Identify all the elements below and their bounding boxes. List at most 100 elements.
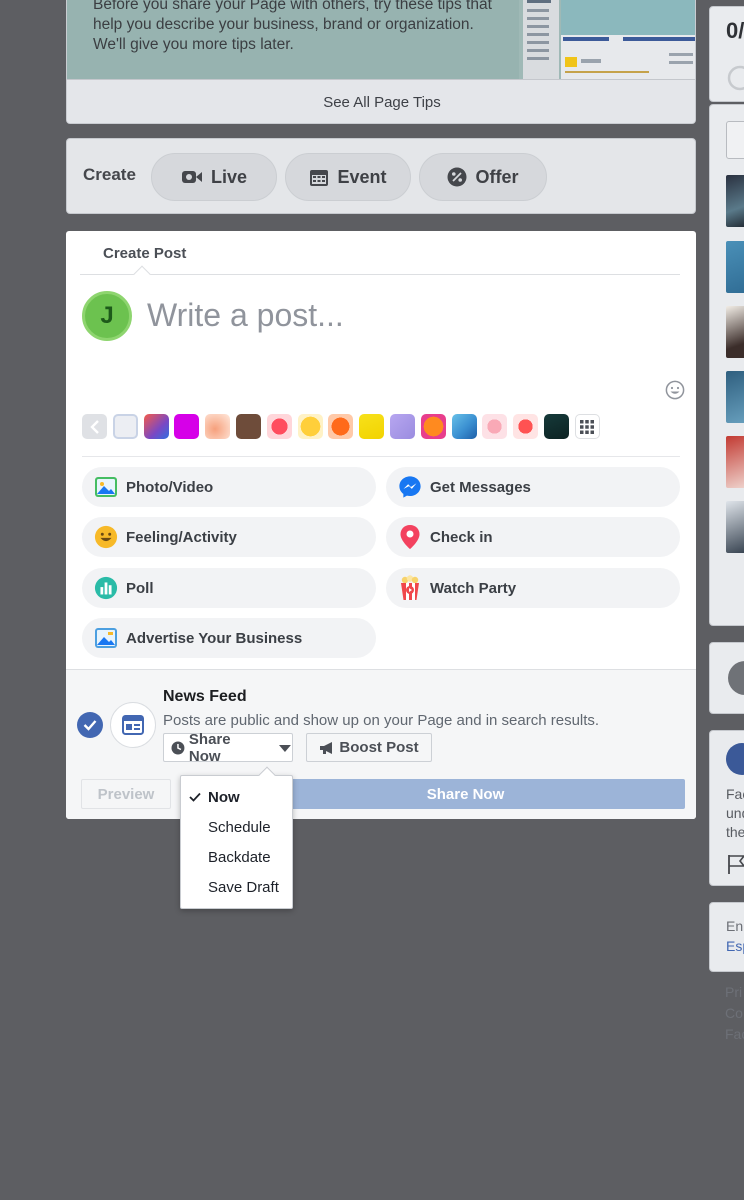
right-rail-card-avatar xyxy=(709,642,744,714)
emoji-icon[interactable] xyxy=(665,380,685,400)
background-swatch[interactable] xyxy=(235,414,261,439)
background-swatch[interactable] xyxy=(420,414,446,439)
advertise-your-business-button[interactable]: Advertise Your Business xyxy=(82,618,376,658)
background-swatch[interactable] xyxy=(143,414,169,439)
background-swatch[interactable] xyxy=(205,414,231,439)
background-swatch[interactable] xyxy=(451,414,477,439)
share-now-button[interactable]: Share Now xyxy=(246,779,685,809)
photo-video-button[interactable]: Photo/Video xyxy=(82,467,376,507)
preview-button[interactable]: Preview xyxy=(81,779,171,809)
poll-icon xyxy=(94,576,118,600)
footer-link[interactable]: Pri xyxy=(725,982,744,1003)
tab-create-post[interactable]: Create Post xyxy=(103,245,186,262)
poll-button[interactable]: Poll xyxy=(82,568,376,608)
get-messages-label: Get Messages xyxy=(430,478,531,496)
right-rail-card-progress: 0/ xyxy=(709,6,744,102)
progress-counter: 0/ xyxy=(726,18,744,43)
tips-hero: Before you share your Page with others, … xyxy=(67,0,695,79)
rail-photo-thumb[interactable] xyxy=(726,175,744,227)
check-in-label: Check in xyxy=(430,528,493,546)
all-backgrounds-button[interactable] xyxy=(574,414,600,439)
watch-party-label: Watch Party xyxy=(430,579,517,597)
live-button-label: Live xyxy=(210,166,248,187)
news-feed-section: News Feed Posts are public and show up o… xyxy=(66,669,696,819)
live-button[interactable]: Live xyxy=(151,153,277,201)
photo-video-label: Photo/Video xyxy=(126,478,214,496)
right-rail-card-photos xyxy=(709,104,744,626)
feeling-activity-button[interactable]: Feeling/Activity xyxy=(82,517,376,557)
rail-photo-thumb[interactable] xyxy=(726,241,744,293)
offer-button[interactable]: Offer xyxy=(419,153,547,201)
advertise-icon xyxy=(94,626,118,650)
flag-icon xyxy=(728,855,744,874)
menu-item-schedule[interactable]: Schedule xyxy=(181,812,292,842)
menu-item-label: Save Draft xyxy=(208,878,279,896)
rail-search-input[interactable] xyxy=(726,121,744,159)
right-rail-card-language: En Esp xyxy=(709,902,744,972)
feeling-activity-label: Feeling/Activity xyxy=(126,528,237,546)
rail-photo-thumb[interactable] xyxy=(726,501,744,553)
smiley-icon xyxy=(94,525,118,549)
footer-link[interactable]: Fac xyxy=(725,1024,744,1045)
background-swatch[interactable] xyxy=(112,414,138,439)
background-swatch[interactable] xyxy=(389,414,415,439)
menu-item-now[interactable]: Now xyxy=(181,782,292,812)
tips-line: We'll give you more tips later. xyxy=(93,36,294,53)
poll-label: Poll xyxy=(126,579,154,597)
background-swatch[interactable] xyxy=(266,414,292,439)
advertise-your-business-label: Advertise Your Business xyxy=(126,629,303,647)
checkmark-icon xyxy=(189,792,201,802)
swatch-back-button[interactable] xyxy=(82,414,107,439)
menu-item-label: Schedule xyxy=(208,818,271,836)
boost-post-button[interactable]: Boost Post xyxy=(306,733,432,762)
footer-link[interactable]: Co xyxy=(725,1003,744,1024)
background-swatch[interactable] xyxy=(543,414,569,439)
event-button[interactable]: Event xyxy=(285,153,411,201)
composer-divider xyxy=(82,456,680,457)
menu-item-label: Now xyxy=(208,788,240,806)
background-swatch[interactable] xyxy=(513,414,539,439)
rail-photo-thumb[interactable] xyxy=(726,306,744,358)
background-swatch[interactable] xyxy=(359,414,385,439)
rail-photo-thumb[interactable] xyxy=(726,436,744,488)
see-all-page-tips-link[interactable]: See All Page Tips xyxy=(67,79,695,123)
grid-icon xyxy=(580,419,595,434)
messenger-icon xyxy=(398,475,422,499)
language-option-link[interactable]: Esp xyxy=(726,937,744,956)
caret-down-icon xyxy=(279,744,291,752)
menu-item-save-draft[interactable]: Save Draft xyxy=(181,872,292,902)
background-swatch[interactable] xyxy=(174,414,200,439)
menu-item-label: Backdate xyxy=(208,848,271,866)
background-swatch[interactable] xyxy=(328,414,354,439)
background-swatch[interactable] xyxy=(297,414,323,439)
menu-item-backdate[interactable]: Backdate xyxy=(181,842,292,872)
create-bar: Create Live Event Offer xyxy=(66,138,696,214)
news-feed-description: Posts are public and show up on your Pag… xyxy=(163,712,600,729)
news-feed-icon xyxy=(110,702,156,748)
share-options-menu: Now Schedule Backdate Save Draft xyxy=(180,766,293,909)
event-button-label: Event xyxy=(337,166,387,187)
avatar: J xyxy=(82,291,132,341)
footer-links: Pri Co Fac xyxy=(725,982,744,1045)
rail-photo-thumb[interactable] xyxy=(726,371,744,423)
offer-button-label: Offer xyxy=(475,166,519,187)
calendar-icon xyxy=(310,170,329,186)
rail-avatar xyxy=(728,661,744,695)
rail-fb-text: und xyxy=(726,805,744,821)
checkmark-icon xyxy=(83,720,97,731)
get-messages-button[interactable]: Get Messages xyxy=(386,467,680,507)
megaphone-icon xyxy=(320,741,333,754)
background-swatch[interactable] xyxy=(482,414,508,439)
page-tips-card: Before you share your Page with others, … xyxy=(66,0,696,124)
video-camera-icon xyxy=(181,171,202,183)
check-in-button[interactable]: Check in xyxy=(386,517,680,557)
boost-post-label: Boost Post xyxy=(339,739,419,756)
tips-line: Before you share your Page with others, … xyxy=(93,0,492,13)
share-now-dropdown[interactable]: Share Now xyxy=(163,731,293,765)
news-feed-checkbox[interactable] xyxy=(77,712,103,738)
post-composer-input[interactable] xyxy=(147,295,647,335)
create-post-dialog: Create Post J Write a post... Photo/Vide… xyxy=(66,231,696,819)
percent-badge-icon xyxy=(447,167,467,187)
rail-fb-text: the xyxy=(726,824,744,840)
watch-party-button[interactable]: Watch Party xyxy=(386,568,680,608)
